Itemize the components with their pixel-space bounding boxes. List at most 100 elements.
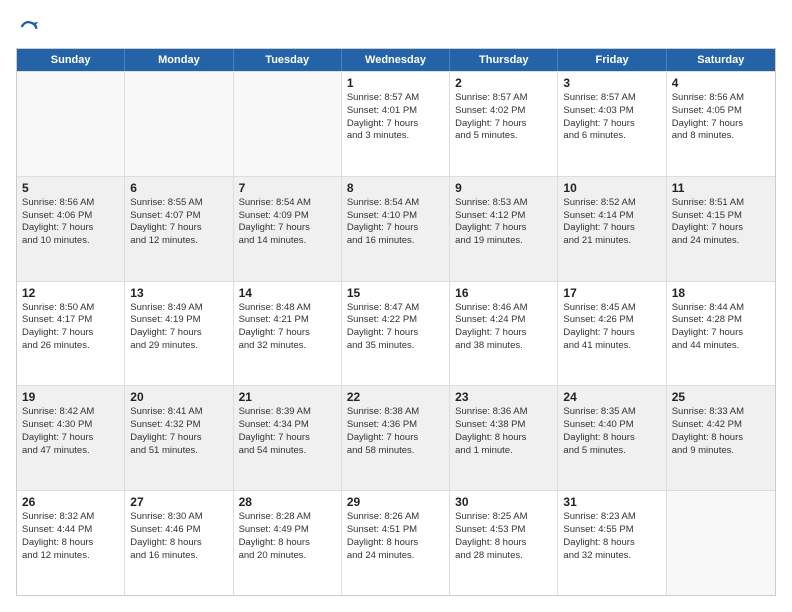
cell-info-line: Daylight: 7 hours — [347, 118, 444, 131]
cell-info-line: Sunset: 4:22 PM — [347, 314, 444, 327]
cell-info-line: Sunrise: 8:56 AM — [22, 197, 119, 210]
calendar-row: 26Sunrise: 8:32 AMSunset: 4:44 PMDayligh… — [17, 490, 775, 595]
day-number: 26 — [22, 495, 119, 509]
cell-info-line: Sunrise: 8:52 AM — [563, 197, 660, 210]
cell-info-line: Sunrise: 8:46 AM — [455, 302, 552, 315]
cell-info-line: Daylight: 8 hours — [455, 432, 552, 445]
cell-info-line: Sunrise: 8:36 AM — [455, 406, 552, 419]
cell-info-line: Daylight: 7 hours — [347, 327, 444, 340]
calendar-row: 12Sunrise: 8:50 AMSunset: 4:17 PMDayligh… — [17, 281, 775, 386]
calendar-cell: 21Sunrise: 8:39 AMSunset: 4:34 PMDayligh… — [234, 386, 342, 490]
cell-info-line: and 47 minutes. — [22, 445, 119, 458]
cell-info-line: Sunset: 4:49 PM — [239, 524, 336, 537]
cell-info-line: and 9 minutes. — [672, 445, 770, 458]
calendar-cell: 5Sunrise: 8:56 AMSunset: 4:06 PMDaylight… — [17, 177, 125, 281]
day-number: 6 — [130, 181, 227, 195]
cell-info-line: Sunset: 4:26 PM — [563, 314, 660, 327]
weekday-header: Wednesday — [342, 49, 450, 71]
day-number: 23 — [455, 390, 552, 404]
day-number: 25 — [672, 390, 770, 404]
calendar-cell: 1Sunrise: 8:57 AMSunset: 4:01 PMDaylight… — [342, 72, 450, 176]
weekday-header: Saturday — [667, 49, 775, 71]
cell-info-line: Sunrise: 8:35 AM — [563, 406, 660, 419]
calendar-cell — [234, 72, 342, 176]
cell-info-line: Daylight: 7 hours — [563, 222, 660, 235]
cell-info-line: Daylight: 7 hours — [347, 432, 444, 445]
cell-info-line: Daylight: 7 hours — [130, 222, 227, 235]
cell-info-line: and 28 minutes. — [455, 550, 552, 563]
cell-info-line: Daylight: 7 hours — [672, 327, 770, 340]
cell-info-line: Sunrise: 8:25 AM — [455, 511, 552, 524]
calendar-cell: 12Sunrise: 8:50 AMSunset: 4:17 PMDayligh… — [17, 282, 125, 386]
cell-info-line: Sunrise: 8:32 AM — [22, 511, 119, 524]
calendar-cell: 6Sunrise: 8:55 AMSunset: 4:07 PMDaylight… — [125, 177, 233, 281]
day-number: 18 — [672, 286, 770, 300]
cell-info-line: Sunrise: 8:30 AM — [130, 511, 227, 524]
cell-info-line: Daylight: 7 hours — [455, 222, 552, 235]
calendar-cell: 4Sunrise: 8:56 AMSunset: 4:05 PMDaylight… — [667, 72, 775, 176]
cell-info-line: Sunset: 4:15 PM — [672, 210, 770, 223]
day-number: 13 — [130, 286, 227, 300]
cell-info-line: Daylight: 7 hours — [672, 118, 770, 131]
calendar-cell: 14Sunrise: 8:48 AMSunset: 4:21 PMDayligh… — [234, 282, 342, 386]
cell-info-line: Daylight: 8 hours — [347, 537, 444, 550]
cell-info-line: and 8 minutes. — [672, 130, 770, 143]
cell-info-line: and 26 minutes. — [22, 340, 119, 353]
cell-info-line: Sunrise: 8:33 AM — [672, 406, 770, 419]
cell-info-line: and 10 minutes. — [22, 235, 119, 248]
calendar-body: 1Sunrise: 8:57 AMSunset: 4:01 PMDaylight… — [17, 71, 775, 595]
day-number: 21 — [239, 390, 336, 404]
calendar-cell: 2Sunrise: 8:57 AMSunset: 4:02 PMDaylight… — [450, 72, 558, 176]
day-number: 24 — [563, 390, 660, 404]
cell-info-line: Daylight: 7 hours — [22, 327, 119, 340]
calendar-row: 1Sunrise: 8:57 AMSunset: 4:01 PMDaylight… — [17, 71, 775, 176]
cell-info-line: Daylight: 7 hours — [455, 327, 552, 340]
cell-info-line: and 16 minutes. — [347, 235, 444, 248]
calendar-cell: 19Sunrise: 8:42 AMSunset: 4:30 PMDayligh… — [17, 386, 125, 490]
cell-info-line: Sunset: 4:06 PM — [22, 210, 119, 223]
cell-info-line: Daylight: 7 hours — [239, 432, 336, 445]
cell-info-line: Daylight: 7 hours — [672, 222, 770, 235]
cell-info-line: and 44 minutes. — [672, 340, 770, 353]
day-number: 11 — [672, 181, 770, 195]
cell-info-line: Sunset: 4:55 PM — [563, 524, 660, 537]
day-number: 17 — [563, 286, 660, 300]
cell-info-line: Sunrise: 8:38 AM — [347, 406, 444, 419]
day-number: 22 — [347, 390, 444, 404]
cell-info-line: Sunrise: 8:53 AM — [455, 197, 552, 210]
cell-info-line: Sunrise: 8:57 AM — [347, 92, 444, 105]
calendar-cell — [17, 72, 125, 176]
day-number: 1 — [347, 76, 444, 90]
cell-info-line: Daylight: 7 hours — [347, 222, 444, 235]
day-number: 9 — [455, 181, 552, 195]
cell-info-line: and 19 minutes. — [455, 235, 552, 248]
cell-info-line: Daylight: 8 hours — [239, 537, 336, 550]
calendar-cell: 31Sunrise: 8:23 AMSunset: 4:55 PMDayligh… — [558, 491, 666, 595]
day-number: 14 — [239, 286, 336, 300]
calendar-cell: 27Sunrise: 8:30 AMSunset: 4:46 PMDayligh… — [125, 491, 233, 595]
day-number: 29 — [347, 495, 444, 509]
cell-info-line: Sunrise: 8:44 AM — [672, 302, 770, 315]
cell-info-line: and 20 minutes. — [239, 550, 336, 563]
day-number: 28 — [239, 495, 336, 509]
calendar-cell: 3Sunrise: 8:57 AMSunset: 4:03 PMDaylight… — [558, 72, 666, 176]
calendar-cell: 9Sunrise: 8:53 AMSunset: 4:12 PMDaylight… — [450, 177, 558, 281]
cell-info-line: and 58 minutes. — [347, 445, 444, 458]
cell-info-line: Sunset: 4:19 PM — [130, 314, 227, 327]
cell-info-line: and 35 minutes. — [347, 340, 444, 353]
calendar-cell: 30Sunrise: 8:25 AMSunset: 4:53 PMDayligh… — [450, 491, 558, 595]
cell-info-line: Daylight: 8 hours — [563, 432, 660, 445]
cell-info-line: Sunrise: 8:45 AM — [563, 302, 660, 315]
cell-info-line: and 5 minutes. — [455, 130, 552, 143]
cell-info-line: and 5 minutes. — [563, 445, 660, 458]
cell-info-line: Sunrise: 8:39 AM — [239, 406, 336, 419]
day-number: 12 — [22, 286, 119, 300]
calendar-cell: 15Sunrise: 8:47 AMSunset: 4:22 PMDayligh… — [342, 282, 450, 386]
cell-info-line: Sunrise: 8:51 AM — [672, 197, 770, 210]
cell-info-line: and 6 minutes. — [563, 130, 660, 143]
cell-info-line: and 41 minutes. — [563, 340, 660, 353]
cell-info-line: Sunset: 4:17 PM — [22, 314, 119, 327]
cell-info-line: Sunset: 4:05 PM — [672, 105, 770, 118]
cell-info-line: Sunset: 4:09 PM — [239, 210, 336, 223]
cell-info-line: and 54 minutes. — [239, 445, 336, 458]
